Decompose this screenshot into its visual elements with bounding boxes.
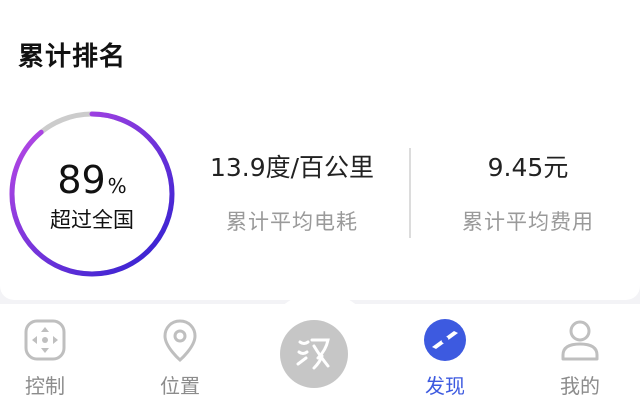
avg-cost-stat: 9.45元 累计平均费用 (413, 150, 640, 236)
tab-location-label: 位置 (160, 374, 200, 398)
tab-mine[interactable]: 我的 (535, 316, 625, 399)
percent-unit: % (107, 174, 127, 198)
ranking-ring: 89% 超过全国 (6, 108, 178, 280)
avg-consumption-label: 累计平均电耗 (226, 210, 358, 234)
tab-discover[interactable]: 发现 (400, 316, 490, 399)
compass-icon (424, 319, 466, 361)
avg-cost-label: 累计平均费用 (462, 210, 594, 234)
tab-location[interactable]: 位置 (135, 316, 225, 399)
user-icon (561, 320, 599, 361)
tab-control[interactable]: 控制 (0, 316, 90, 399)
avg-consumption-stat: 13.9度/百公里 累计平均电耗 (177, 150, 407, 236)
tab-discover-label: 发现 (425, 374, 465, 398)
avg-consumption-value: 13.9度/百公里 (209, 153, 375, 182)
card-title: 累计排名 (18, 42, 127, 72)
avg-cost-value: 9.45元 (487, 153, 569, 182)
stat-divider (409, 148, 411, 238)
ranking-percent: 89% (6, 158, 178, 202)
tab-mine-label: 我的 (560, 374, 600, 398)
brand-logo-icon (296, 338, 330, 370)
location-pin-icon (163, 319, 197, 362)
tab-control-label: 控制 (25, 374, 65, 398)
center-brand-button[interactable] (280, 320, 348, 388)
control-pad-icon (24, 319, 66, 361)
percent-number: 89 (57, 158, 106, 202)
ranking-caption: 超过全国 (50, 208, 134, 232)
